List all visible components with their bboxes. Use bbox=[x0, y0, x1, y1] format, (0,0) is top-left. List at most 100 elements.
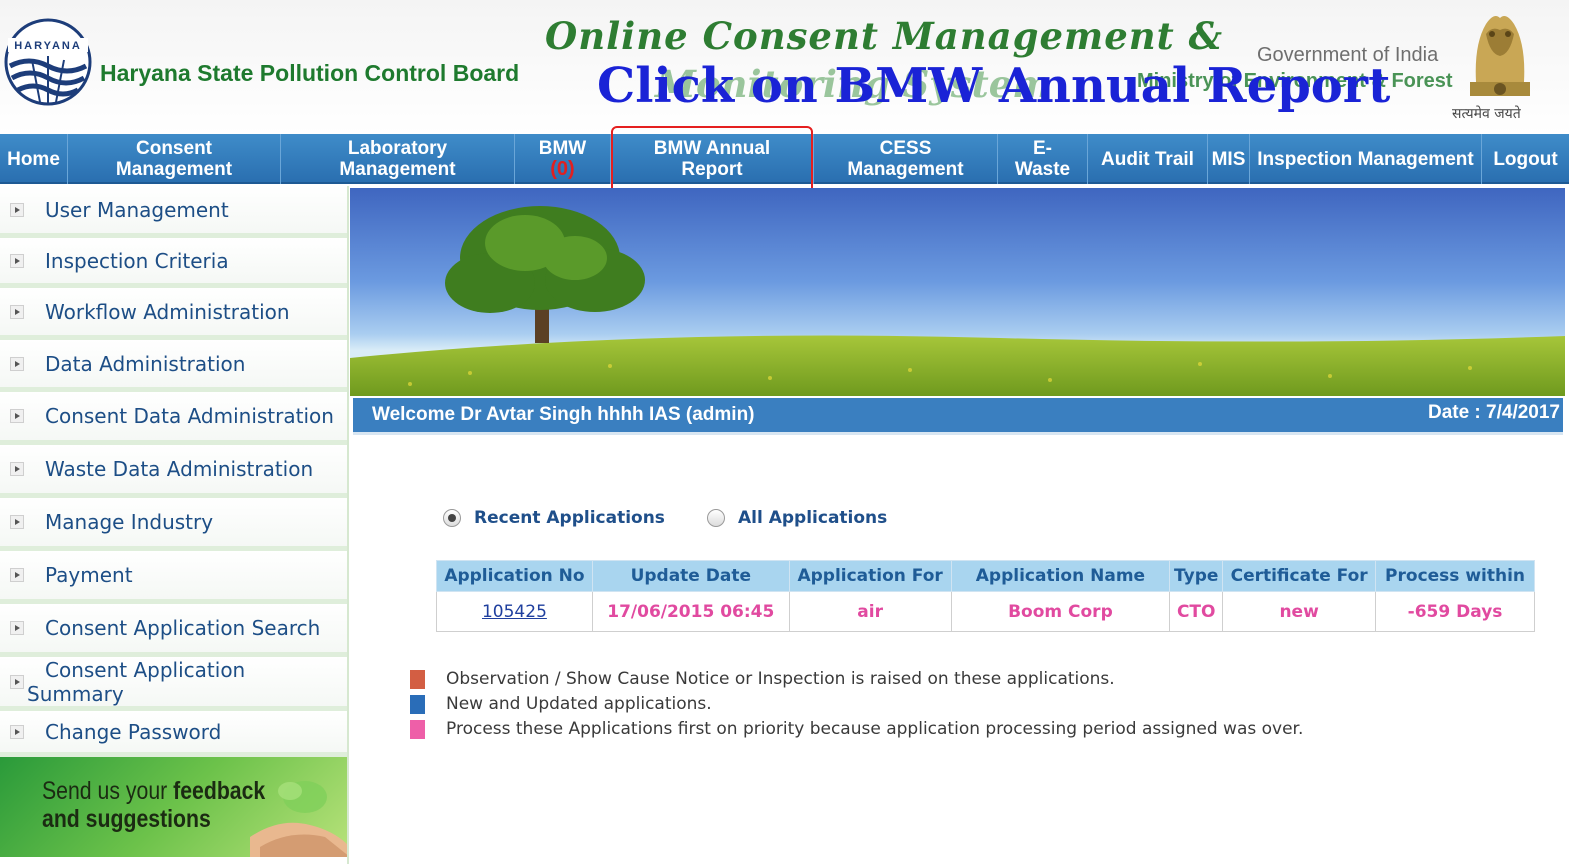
sidebar-item-waste-data-administration[interactable]: Waste Data Administration bbox=[0, 445, 347, 498]
update-date-cell: 17/06/2015 06:45 bbox=[591, 591, 790, 632]
chevron-right-icon bbox=[10, 568, 24, 582]
column-header: Application No bbox=[436, 560, 593, 592]
hands-plant-icon bbox=[250, 781, 347, 857]
nav-label: CESS Management bbox=[847, 138, 964, 180]
radio-all-applications[interactable]: All Applications bbox=[707, 508, 887, 528]
radio-recent-applications[interactable]: Recent Applications bbox=[443, 508, 665, 528]
radio-button[interactable] bbox=[443, 509, 461, 527]
radio-label: All Applications bbox=[738, 508, 888, 528]
nav-consent-management[interactable]: Consent Management bbox=[68, 134, 281, 184]
sidebar-item-label: Payment bbox=[45, 563, 133, 587]
application-name-cell: Boom Corp bbox=[950, 591, 1171, 632]
welcome-text: Welcome Dr Avtar Singh hhhh IAS (admin) bbox=[372, 404, 755, 425]
radio-label: Recent Applications bbox=[474, 508, 665, 528]
sidebar-item-consent-application-summary[interactable]: Consent Application Summary bbox=[0, 657, 347, 711]
motto-text: सत्यमेव जयते bbox=[1452, 106, 1521, 122]
sidebar-item-payment[interactable]: Payment bbox=[0, 551, 347, 604]
sidebar-item-label: Workflow Administration bbox=[45, 299, 290, 324]
nav-label: BMW bbox=[538, 138, 587, 159]
legend-item-priority: Process these Applications first on prio… bbox=[410, 719, 1303, 739]
nav-label: MIS bbox=[1211, 148, 1246, 170]
legend-text: Observation / Show Cause Notice or Inspe… bbox=[446, 669, 1115, 689]
sidebar-item-label: Data Administration bbox=[45, 351, 246, 376]
column-header: Update Date bbox=[591, 560, 790, 592]
system-title: Online Consent Management & bbox=[545, 14, 1224, 58]
chevron-right-icon bbox=[10, 462, 24, 476]
nav-inspection-management[interactable]: Inspection Management bbox=[1250, 134, 1482, 184]
sidebar-item-data-administration[interactable]: Data Administration bbox=[0, 340, 347, 392]
application-number-link[interactable]: 105425 bbox=[436, 591, 593, 632]
hspcb-logo: HARYANA bbox=[4, 18, 92, 106]
legend-item-new-updated: New and Updated applications. bbox=[410, 694, 712, 714]
legend-swatch bbox=[410, 694, 425, 714]
legend-item-observation: Observation / Show Cause Notice or Inspe… bbox=[410, 669, 1115, 689]
sidebar-item-consent-application-search[interactable]: Consent Application Search bbox=[0, 604, 347, 657]
legend-swatch bbox=[410, 719, 425, 739]
logo-text: HARYANA bbox=[14, 40, 82, 52]
sidebar-item-change-password[interactable]: Change Password bbox=[0, 711, 347, 757]
nav-label: Home bbox=[7, 148, 60, 170]
current-date: Date : 7/4/2017 bbox=[1427, 402, 1560, 423]
nav-laboratory-management[interactable]: Laboratory Management bbox=[281, 134, 515, 184]
nav-cess-management[interactable]: CESS Management bbox=[813, 134, 998, 184]
nav-label: Consent Management bbox=[115, 138, 233, 180]
chevron-right-icon bbox=[10, 409, 24, 423]
sidebar-item-label: Consent Application Search bbox=[45, 616, 321, 640]
chevron-right-icon bbox=[10, 621, 24, 635]
radio-button[interactable] bbox=[707, 509, 725, 527]
main-nav: Home Consent Management Laboratory Manag… bbox=[0, 134, 1569, 184]
nav-label: BMW Annual Report bbox=[653, 138, 771, 180]
nav-bmw-annual-report[interactable]: BMW Annual Report bbox=[611, 134, 813, 184]
site-header: HARYANA Haryana State Pollution Control … bbox=[0, 0, 1569, 134]
process-within-cell: -659 Days bbox=[1375, 591, 1535, 632]
legend-text: New and Updated applications. bbox=[446, 694, 712, 714]
chevron-right-icon bbox=[10, 356, 24, 371]
board-name: Haryana State Pollution Control Board bbox=[100, 60, 520, 86]
nav-label: Inspection Management bbox=[1257, 148, 1474, 170]
chevron-right-icon bbox=[10, 674, 24, 689]
feedback-prefix: Send us your bbox=[42, 777, 174, 805]
chevron-right-icon bbox=[10, 202, 24, 217]
sidebar-item-label: User Management bbox=[45, 197, 229, 222]
sidebar-item-label: Waste Data Administration bbox=[45, 457, 314, 481]
feedback-line1: Send us your feedback bbox=[42, 777, 265, 806]
table-row: 105425 17/06/2015 06:45 air Boom Corp CT… bbox=[436, 591, 1535, 632]
column-header: Certificate For bbox=[1222, 560, 1377, 592]
welcome-bar: Welcome Dr Avtar Singh hhhh IAS (admin) … bbox=[353, 398, 1563, 435]
type-cell: CTO bbox=[1169, 591, 1224, 632]
chevron-right-icon bbox=[10, 253, 24, 268]
application-for-cell: air bbox=[788, 591, 952, 632]
sidebar-item-user-management[interactable]: User Management bbox=[0, 186, 347, 238]
chevron-right-icon bbox=[10, 724, 24, 739]
nav-mis[interactable]: MIS bbox=[1208, 134, 1250, 184]
column-header: Application Name bbox=[950, 560, 1171, 592]
sidebar-item-workflow-administration[interactable]: Workflow Administration bbox=[0, 288, 347, 340]
landscape-image bbox=[350, 206, 1565, 396]
instruction-overlay: Click on BMW Annual Report bbox=[597, 58, 1391, 114]
chevron-right-icon bbox=[10, 304, 24, 319]
sidebar-item-label: Consent Data Administration bbox=[45, 404, 334, 428]
feedback-banner[interactable]: Send us your feedback and suggestions bbox=[0, 757, 347, 857]
feedback-line2: and suggestions bbox=[42, 805, 211, 833]
sidebar-item-label: Inspection Criteria bbox=[45, 248, 229, 273]
bmw-count-badge: (0) bbox=[550, 158, 575, 180]
national-emblem-icon bbox=[1470, 16, 1530, 96]
sidebar-item-label: Manage Industry bbox=[45, 510, 214, 534]
sidebar-item-manage-industry[interactable]: Manage Industry bbox=[0, 498, 347, 551]
sidebar-item-label: Change Password bbox=[45, 719, 222, 744]
sidebar-item-consent-data-administration[interactable]: Consent Data Administration bbox=[0, 392, 347, 445]
nav-audit-trail[interactable]: Audit Trail bbox=[1088, 134, 1208, 184]
table-header-row: Application No Update Date Application F… bbox=[436, 560, 1535, 592]
chevron-right-icon bbox=[10, 515, 24, 529]
nav-e-waste[interactable]: E-Waste bbox=[998, 134, 1088, 184]
nav-home[interactable]: Home bbox=[0, 134, 68, 184]
legend-text: Process these Applications first on prio… bbox=[446, 719, 1304, 739]
sidebar-item-inspection-criteria[interactable]: Inspection Criteria bbox=[0, 238, 347, 288]
hero-banner bbox=[350, 188, 1565, 396]
nav-label: Audit Trail bbox=[1101, 148, 1194, 170]
legend-swatch bbox=[410, 669, 425, 689]
column-header: Process within bbox=[1375, 560, 1535, 592]
certificate-for-cell: new bbox=[1222, 591, 1377, 632]
nav-logout[interactable]: Logout bbox=[1482, 134, 1569, 184]
nav-bmw[interactable]: BMW (0) bbox=[515, 134, 611, 184]
